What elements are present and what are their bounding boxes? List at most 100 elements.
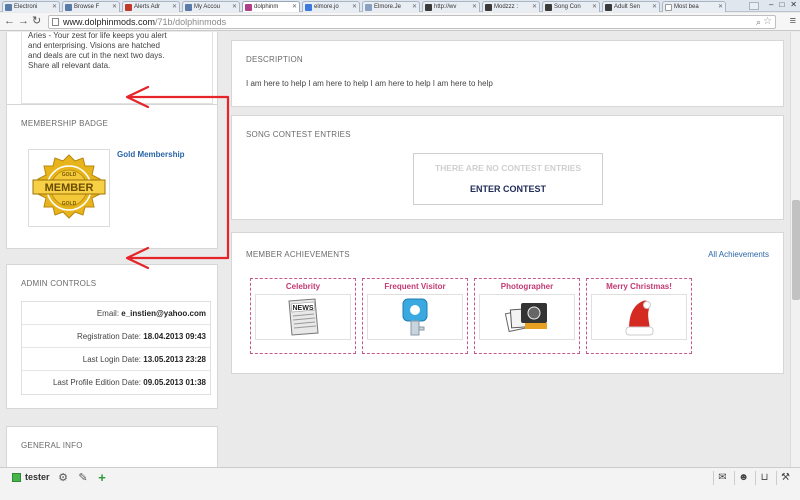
achievement-label: Frequent Visitor: [384, 282, 446, 291]
browser-tab[interactable]: Modzzz : ✕: [482, 1, 540, 12]
tab-label: Song Con: [554, 4, 581, 10]
back-arrow-icon[interactable]: ←: [4, 15, 15, 28]
enter-contest-button[interactable]: ENTER CONTEST: [414, 184, 602, 194]
tab-label: Most bea: [674, 4, 699, 10]
cart-icon[interactable]: ⊔: [755, 471, 773, 485]
close-tab-icon[interactable]: ✕: [112, 2, 117, 12]
horoscope-panel: Aries - Your zest for life keeps you ale…: [6, 32, 218, 113]
address-bar[interactable]: www.dolphinmods.com/71b/dolphinmods ⌕ ☆: [48, 15, 776, 29]
hamburger-menu-icon[interactable]: ≡: [790, 16, 796, 27]
edit-icon[interactable]: ✎: [76, 471, 90, 485]
close-tab-icon[interactable]: ✕: [232, 2, 237, 12]
close-tab-icon[interactable]: ✕: [172, 2, 177, 12]
tab-strip: Electroni ✕ Browse F ✕ Alerts Adr ✕ My Acco…: [0, 0, 800, 12]
toolbar-right-icons: ✉ ☻ ⊔ ⚒: [713, 471, 794, 485]
admin-row-email: Email: e_instien@yahoo.com: [22, 302, 210, 325]
badge-top-text: GOLD: [62, 172, 77, 178]
favicon: [665, 4, 672, 11]
badge-member-text: MEMBER: [45, 182, 94, 194]
admin-row-registration: Registration Date: 18.04.2013 09:43: [22, 325, 210, 348]
browser-tab[interactable]: Adult Sen ✕: [602, 1, 660, 12]
new-tab-button[interactable]: [749, 2, 759, 10]
user-menu[interactable]: tester: [12, 472, 50, 482]
favicon: [5, 4, 12, 11]
gear-icon[interactable]: ⚙: [56, 471, 70, 485]
row-label: Email:: [96, 309, 120, 318]
favicon: [605, 4, 612, 11]
browser-tab[interactable]: Alerts Adr ✕: [122, 1, 180, 12]
close-tab-icon[interactable]: ✕: [412, 2, 417, 12]
page-content: Aries - Your zest for life keeps you ale…: [0, 32, 790, 467]
row-label: Last Profile Edition Date:: [52, 378, 142, 387]
achievement-card[interactable]: Photographer: [474, 278, 580, 354]
wrench-icon[interactable]: ⚒: [776, 471, 794, 485]
tab-label: dolphinm: [254, 4, 279, 10]
achievement-card[interactable]: Merry Christmas!: [586, 278, 692, 354]
contest-entries-box: THERE ARE NO CONTEST ENTRIES ENTER CONTE…: [413, 153, 603, 205]
svg-text:NEWS: NEWS: [293, 305, 314, 312]
favicon: [545, 4, 552, 11]
achievement-card[interactable]: Celebrity NEWS: [250, 278, 356, 354]
admin-controls-panel: ADMIN CONTROLS Email: e_instien@yahoo.co…: [6, 264, 218, 409]
song-contest-title: SONG CONTEST ENTRIES: [246, 130, 351, 139]
description-title: DESCRIPTION: [246, 55, 303, 64]
browser-toolbar: ← → ↻ www.dolphinmods.com/71b/dolphinmod…: [0, 13, 800, 31]
search-icon[interactable]: ⌕: [756, 16, 761, 28]
row-value: 18.04.2013 09:43: [143, 332, 206, 341]
close-tab-icon[interactable]: ✕: [652, 2, 657, 12]
browser-tab[interactable]: http://wv ✕: [422, 1, 480, 12]
gold-membership-link[interactable]: Gold Membership: [117, 150, 185, 159]
song-contest-panel: SONG CONTEST ENTRIES THERE ARE NO CONTES…: [231, 115, 784, 220]
row-label: Last Login Date:: [82, 355, 142, 364]
url-host: www.dolphinmods.com: [63, 17, 156, 27]
close-tab-icon[interactable]: ✕: [292, 2, 297, 12]
browser-tab[interactable]: Browse F ✕: [62, 1, 120, 12]
browser-tab-active[interactable]: dolphinm ✕: [242, 1, 300, 12]
all-achievements-link[interactable]: All Achievements: [708, 250, 769, 259]
row-value: e_instien@yahoo.com: [121, 309, 206, 318]
page-scrollbar[interactable]: [790, 32, 800, 467]
browser-tab[interactable]: Song Con ✕: [542, 1, 600, 12]
favicon: [425, 4, 432, 11]
key-icon: [367, 294, 463, 340]
reload-icon[interactable]: ↻: [32, 15, 41, 28]
badge-bottom-text: GOLD: [62, 201, 77, 207]
user-icon[interactable]: ☻: [734, 471, 752, 485]
description-text: I am here to help I am here to help I am…: [246, 79, 493, 88]
close-tab-icon[interactable]: ✕: [352, 2, 357, 12]
minimize-icon[interactable]: –: [769, 0, 773, 9]
close-tab-icon[interactable]: ✕: [532, 2, 537, 12]
scrollbar-thumb[interactable]: [792, 200, 800, 300]
browser-tab[interactable]: Elmore.Je ✕: [362, 1, 420, 12]
no-entries-text: THERE ARE NO CONTEST ENTRIES: [434, 163, 582, 173]
favicon: [245, 4, 252, 11]
achievement-card[interactable]: Frequent Visitor: [362, 278, 468, 354]
tab-label: My Accou: [194, 4, 221, 10]
tab-label: Elmore.Je: [374, 4, 402, 10]
close-tab-icon[interactable]: ✕: [472, 2, 477, 12]
forward-arrow-icon[interactable]: →: [18, 15, 29, 28]
browser-tab[interactable]: My Accou ✕: [182, 1, 240, 12]
browser-tab[interactable]: Electroni ✕: [2, 1, 60, 12]
member-seal-icon: MEMBER GOLD GOLD: [32, 154, 106, 219]
browser-tab[interactable]: Most bea ✕: [662, 1, 726, 12]
tab-label: Browse F: [74, 4, 100, 10]
close-tab-icon[interactable]: ✕: [718, 2, 723, 12]
mail-icon[interactable]: ✉: [713, 471, 731, 485]
close-tab-icon[interactable]: ✕: [52, 2, 57, 12]
close-window-icon[interactable]: ✕: [790, 0, 797, 9]
online-status-icon: [12, 472, 21, 482]
page-icon: [52, 18, 59, 26]
santa-hat-icon: [591, 294, 687, 340]
general-info-title: GENERAL INFO: [21, 441, 83, 450]
bookmark-star-icon[interactable]: ☆: [763, 16, 772, 28]
close-tab-icon[interactable]: ✕: [592, 2, 597, 12]
member-achievements-title: MEMBER ACHIEVEMENTS: [246, 250, 350, 259]
member-toolbar: tester ⚙ ✎ + ✉ ☻ ⊔ ⚒: [0, 467, 800, 500]
add-icon[interactable]: +: [95, 471, 109, 485]
admin-controls-title: ADMIN CONTROLS: [21, 279, 97, 288]
browser-tab[interactable]: elmore.jo ✕: [302, 1, 360, 12]
maximize-icon[interactable]: □: [779, 0, 784, 9]
row-label: Registration Date:: [77, 332, 142, 341]
favicon: [365, 4, 372, 11]
